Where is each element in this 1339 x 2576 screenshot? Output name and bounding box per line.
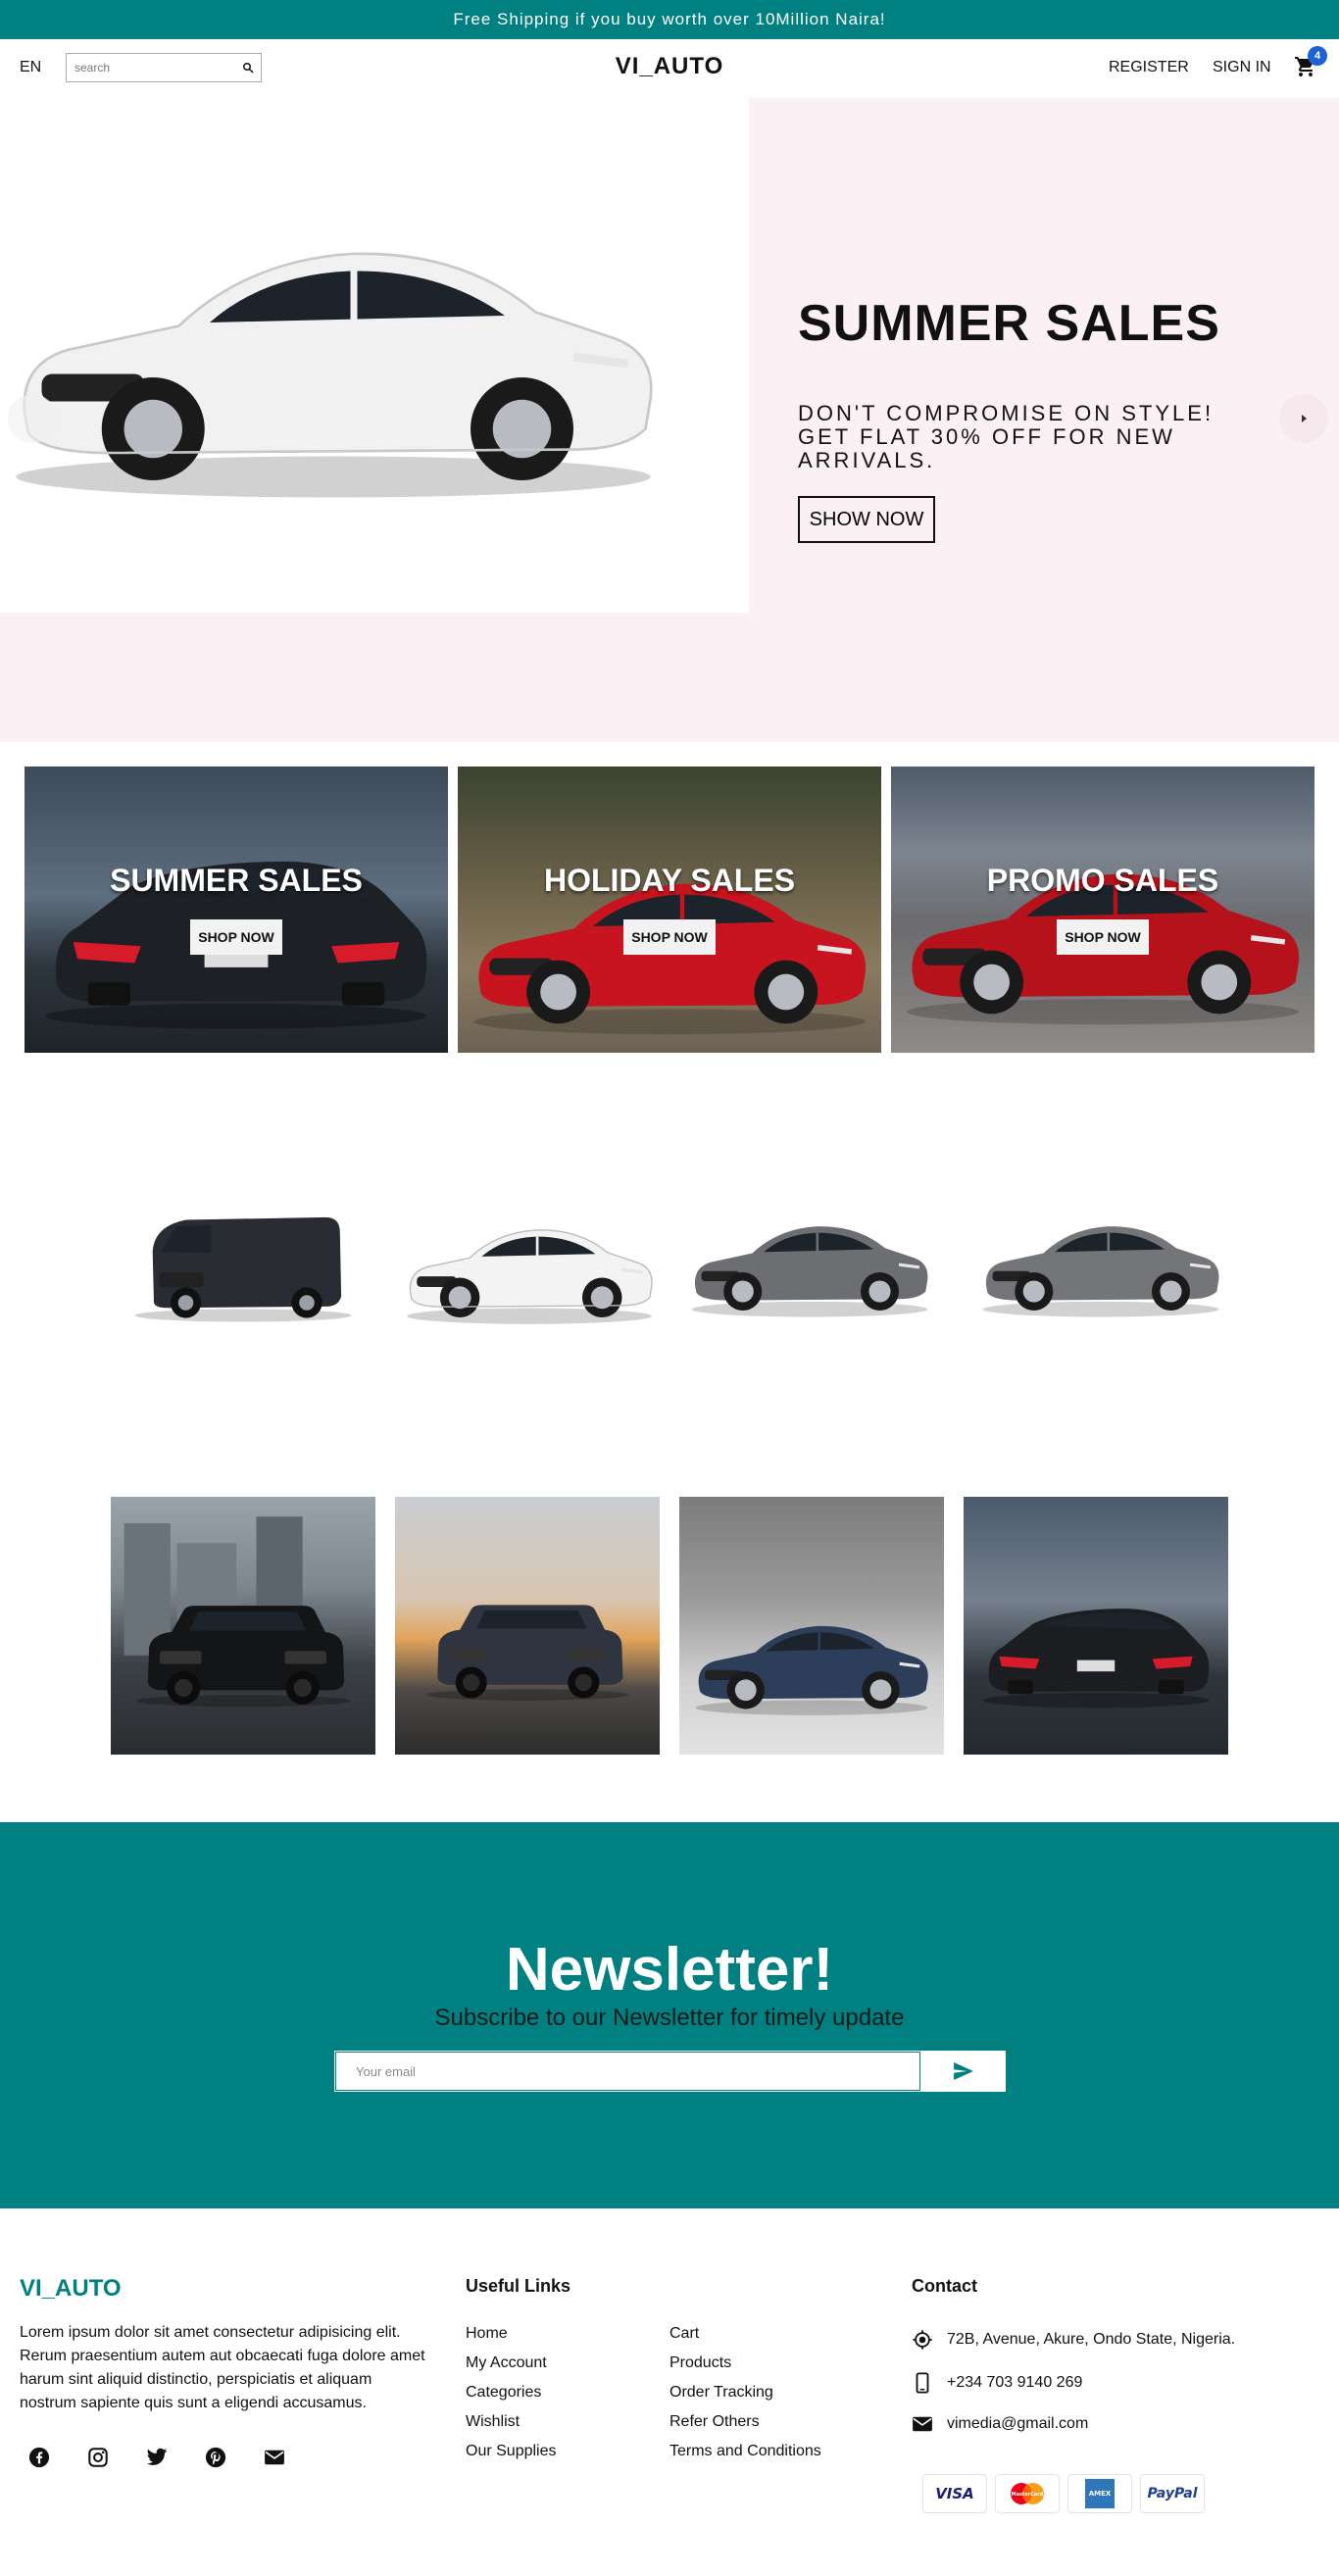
language-selector[interactable]: EN [20, 59, 41, 76]
email-text: vimedia@gmail.com [947, 2415, 1089, 2432]
announcement-bar: Free Shipping if you buy worth over 10Mi… [0, 0, 1339, 39]
visa-label: VISA [935, 2485, 974, 2502]
product-item-white-sedan[interactable] [397, 1186, 652, 1343]
footer-link-home[interactable]: Home [466, 2325, 508, 2343]
footer-link-order-tracking[interactable]: Order Tracking [670, 2384, 773, 2402]
slider-prev-button[interactable] [8, 394, 57, 443]
twitter-icon [146, 2448, 168, 2465]
newsletter-title: Newsletter! [505, 1936, 834, 2004]
subscribe-button[interactable] [921, 2051, 1006, 2092]
category-card-summer[interactable]: SUMMER SALES SHOP NOW [25, 767, 448, 1053]
cart-count-badge: 4 [1308, 46, 1327, 66]
hero-car-image [0, 98, 749, 613]
footer-description: Lorem ipsum dolor sit amet consectetur a… [20, 2324, 425, 2411]
footer-link-refer-others[interactable]: Refer Others [670, 2413, 760, 2431]
footer-link-categories[interactable]: Categories [466, 2384, 541, 2402]
contact-title: Contact [912, 2276, 977, 2296]
category-card-holiday[interactable]: HOLIDAY SALES SHOP NOW [458, 767, 881, 1053]
gallery-image-2[interactable] [395, 1497, 660, 1755]
gallery-image-1[interactable] [111, 1497, 375, 1755]
search-input[interactable] [67, 55, 235, 80]
shop-now-button[interactable]: SHOP NOW [190, 919, 282, 955]
instagram-link[interactable] [78, 2438, 118, 2477]
email-input[interactable] [335, 2052, 920, 2091]
newsletter-section: Newsletter! Subscribe to our Newsletter … [0, 1822, 1339, 2208]
useful-links-title: Useful Links [466, 2276, 571, 2296]
search-bar [66, 53, 262, 82]
footer-link-wishlist[interactable]: Wishlist [466, 2413, 520, 2431]
search-icon[interactable] [235, 55, 261, 80]
mastercard-card: MasterCard [995, 2474, 1060, 2513]
mail-icon [265, 2450, 284, 2465]
footer-link-terms[interactable]: Terms and Conditions [670, 2443, 821, 2460]
product-item-van[interactable] [116, 1186, 371, 1343]
site-header: EN VI_AUTO REGISTER SIGN IN 4 [0, 39, 1339, 98]
product-item-grey-sedan[interactable] [682, 1186, 937, 1343]
facebook-link[interactable] [20, 2438, 59, 2477]
category-title: PROMO SALES [986, 863, 1219, 898]
arrow-right-icon [1302, 415, 1307, 422]
visa-card: VISA [922, 2474, 987, 2513]
gallery-image-3[interactable] [679, 1497, 944, 1755]
pinterest-icon [205, 2447, 226, 2468]
newsletter-subtitle: Subscribe to our Newsletter for timely u… [434, 2005, 905, 2031]
footer-link-products[interactable]: Products [670, 2354, 731, 2372]
twitter-link[interactable] [137, 2438, 176, 2477]
mail-link[interactable] [255, 2438, 294, 2477]
contact-email: vimedia@gmail.com [912, 2415, 1088, 2433]
hero-slider: SUMMER SALES DON'T COMPROMISE ON STYLE! … [0, 98, 1339, 742]
email-icon [913, 2416, 932, 2432]
phone-text: +234 703 9140 269 [947, 2374, 1083, 2391]
gallery-image-4[interactable] [964, 1497, 1228, 1755]
site-logo[interactable]: VI_AUTO [616, 53, 724, 79]
cart-button[interactable]: 4 [1294, 46, 1327, 80]
mastercard-logo: MasterCard [1011, 2483, 1044, 2504]
footer-logo[interactable]: VI_AUTO [20, 2275, 122, 2303]
contact-phone: +234 703 9140 269 [912, 2372, 1082, 2394]
phone-icon [916, 2372, 929, 2394]
register-link[interactable]: REGISTER [1109, 59, 1189, 76]
newsletter-form [334, 2051, 1006, 2092]
send-icon [954, 2062, 973, 2080]
location-icon [913, 2330, 932, 2350]
sign-in-link[interactable]: SIGN IN [1213, 59, 1271, 76]
category-card-promo[interactable]: PROMO SALES SHOP NOW [891, 767, 1314, 1053]
hero-description: DON'T COMPROMISE ON STYLE! GET FLAT 30% … [798, 401, 1215, 472]
shop-now-button[interactable]: SHOP NOW [623, 919, 716, 955]
facebook-icon [28, 2447, 50, 2468]
instagram-icon [88, 2448, 108, 2467]
address-text: 72B, Avenue, Akure, Ondo State, Nigeria. [947, 2331, 1236, 2348]
category-title: SUMMER SALES [110, 863, 363, 898]
mastercard-label: MasterCard [1012, 2492, 1044, 2498]
amex-card: AMEX [1067, 2474, 1132, 2513]
pinterest-link[interactable] [196, 2438, 235, 2477]
paypal-card: PayPal [1140, 2474, 1205, 2513]
footer-link-cart[interactable]: Cart [670, 2325, 699, 2343]
announcement-text: Free Shipping if you buy worth over 10Mi… [453, 10, 886, 28]
amex-label: AMEX [1088, 2490, 1112, 2498]
hero-title: SUMMER SALES [798, 295, 1220, 352]
category-title: HOLIDAY SALES [543, 863, 796, 898]
paypal-label: PayPal [1147, 2486, 1198, 2502]
footer-link-my-account[interactable]: My Account [466, 2354, 547, 2372]
show-now-button[interactable]: SHOW NOW [798, 496, 935, 543]
contact-address: 72B, Avenue, Akure, Ondo State, Nigeria. [912, 2329, 1235, 2351]
footer-link-our-supplies[interactable]: Our Supplies [466, 2443, 557, 2460]
shop-now-button[interactable]: SHOP NOW [1057, 919, 1149, 955]
slider-next-button[interactable] [1279, 394, 1328, 443]
product-item-grey-sedan-2[interactable] [973, 1186, 1228, 1343]
